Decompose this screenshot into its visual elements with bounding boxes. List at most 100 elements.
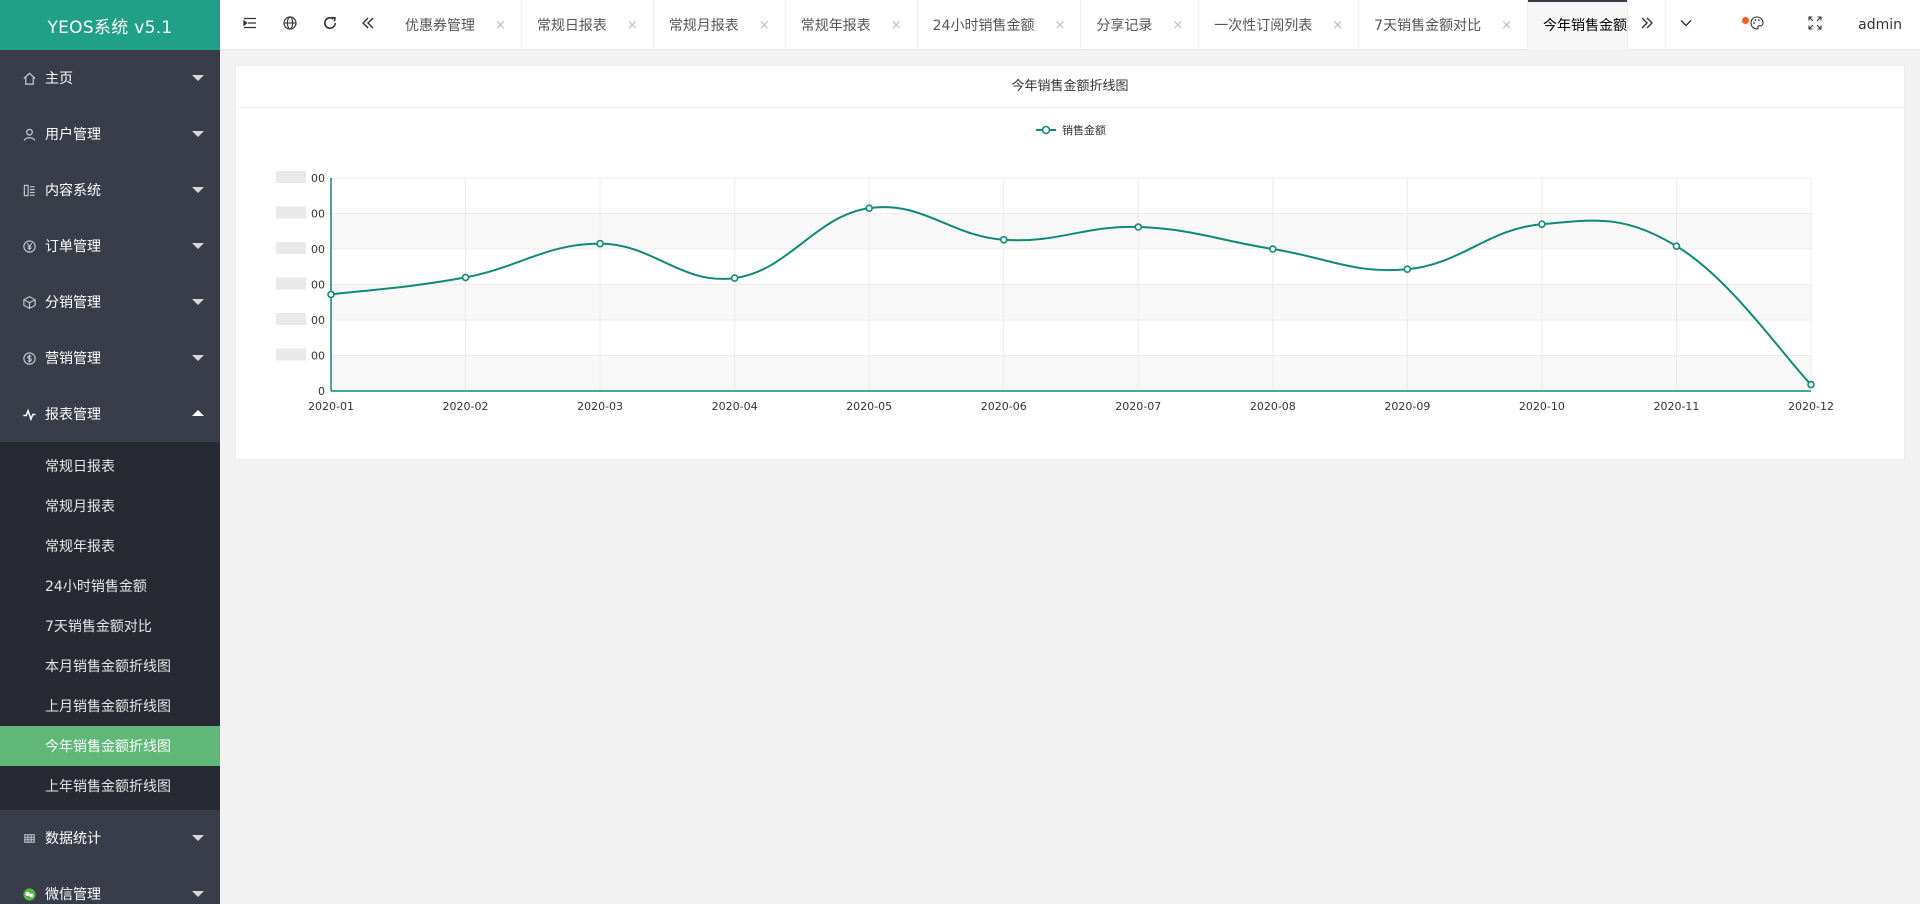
sidebar-item-home[interactable]: 主页 [0,50,220,106]
sidebar-item-label: 用户管理 [45,127,101,143]
notification-dot [1742,17,1749,24]
tab-2[interactable]: 常规月报表 × [654,0,786,50]
data-point [1672,242,1681,250]
tab-label: 一次性订阅列表 [1214,18,1313,34]
data-point [596,239,604,248]
refresh-icon [322,15,338,35]
user-menu[interactable]: admin [1858,0,1902,50]
caret-down-icon [192,299,204,305]
x-tick-label: 2020-11 [1653,400,1699,413]
card-title: 今年销售金额折线图 [236,66,1904,108]
grid-icon [20,829,38,847]
globe-icon [282,15,298,35]
palette-icon [1749,15,1765,35]
fullscreen-button[interactable] [1803,0,1827,50]
y-label-mask [276,171,306,183]
data-point [1403,265,1412,274]
double-chevron-right-icon [1639,15,1655,35]
close-icon[interactable]: × [1332,18,1343,33]
tab-7[interactable]: 7天销售金额对比 × [1359,0,1528,50]
close-icon[interactable]: × [891,18,902,33]
data-point [1134,223,1143,231]
chevron-down-icon [1678,15,1694,35]
legend-label: 销售金额 [1062,123,1106,137]
tab-4[interactable]: 24小时销售金额 × [918,0,1082,50]
y-label-mask [276,242,306,254]
tabs-menu-button[interactable] [1665,0,1705,50]
tab-0[interactable]: 优惠券管理 × [390,0,522,50]
menu-toggle-button[interactable] [240,0,260,50]
tab-label: 常规月报表 [668,18,739,34]
tabs-bar: 优惠券管理 × 常规日报表 × 常规月报表 × 常规年报表 × 24小时销售金额 × 分享记录 × 一次… [390,0,1627,50]
subnav-monthly-report[interactable]: 常规月报表 [0,486,220,526]
sidebar-item-label: 营销管理 [45,351,101,367]
close-icon[interactable]: × [1054,18,1065,33]
subnav-24h-sales[interactable]: 24小时销售金额 [0,566,220,606]
close-icon[interactable]: × [1172,18,1183,33]
yen-icon [20,237,38,255]
subnav-daily-report[interactable]: 常规日报表 [0,446,220,486]
dollar-icon [20,349,38,367]
sidebar-item-wechat[interactable]: 微信管理 [0,866,220,904]
close-icon[interactable]: × [495,18,506,33]
y-label-mask [276,277,306,290]
tab-3[interactable]: 常规年报表 × [786,0,918,50]
sidebar-item-label: 主页 [45,71,73,87]
sidebar-item-label: 内容系统 [45,183,101,199]
data-point [730,274,739,282]
tab-5[interactable]: 分享记录 × [1081,0,1200,50]
chart-line-icon [20,405,38,423]
sidebar-item-distribution[interactable]: 分销管理 [0,274,220,330]
y-tick-label: 0 [318,385,325,398]
y-tick-label: 00 [311,208,325,221]
split-area [331,213,1811,249]
top-header: 优惠券管理 × 常规日报表 × 常规月报表 × 常规年报表 × 24小时销售金额 × 分享记录 × 一次… [220,0,1920,50]
legend-marker [1041,125,1051,135]
site-button[interactable] [280,0,300,50]
sidebar-item-marketing[interactable]: 营销管理 [0,330,220,386]
subnav-yearly-report[interactable]: 常规年报表 [0,526,220,566]
app-logo: YEOS系统 v5.1 [0,0,220,50]
subnav-last-month-chart[interactable]: 上月销售金额折线图 [0,686,220,726]
close-icon[interactable]: × [1501,18,1512,33]
tab-8[interactable]: 今年销售金额折线图 [1528,0,1627,50]
data-point [1807,380,1815,389]
caret-down-icon [192,131,204,137]
data-point [1269,245,1277,253]
caret-up-icon [192,410,204,416]
theme-button[interactable] [1745,0,1769,50]
reports-subnav: 常规日报表 常规月报表 常规年报表 24小时销售金额 7天销售金额对比 本月销售… [0,442,220,810]
tabs-scroll-left-button[interactable] [358,0,378,50]
tab-1[interactable]: 常规日报表 × [522,0,654,50]
sidebar-item-label: 分销管理 [45,295,101,311]
chart-card: 今年销售金额折线图 0 00 00 00 00 00 00 2020-01 2020-02 202… [235,65,1905,460]
subnav-last-year-chart[interactable]: 上年销售金额折线图 [0,766,220,806]
split-area [331,355,1811,391]
x-tick-label: 2020-09 [1384,400,1430,413]
sidebar-item-statistics[interactable]: 数据统计 [0,810,220,866]
content-icon [20,181,38,199]
sidebar-item-reports[interactable]: 报表管理 [0,386,220,442]
subnav-this-year-chart[interactable]: 今年销售金额折线图 [0,726,220,766]
data-point [461,273,470,282]
tab-label: 7天销售金额对比 [1374,18,1482,34]
subnav-7day-sales[interactable]: 7天销售金额对比 [0,606,220,646]
y-tick-label: 00 [311,350,325,363]
data-point [865,204,873,212]
caret-down-icon [192,243,204,249]
tab-label: 优惠券管理 [405,18,475,34]
close-icon[interactable]: × [759,18,770,33]
refresh-button[interactable] [320,0,340,50]
tab-6[interactable]: 一次性订阅列表 × [1199,0,1360,50]
subnav-this-month-chart[interactable]: 本月销售金额折线图 [0,646,220,686]
tabs-scroll-right-button[interactable] [1627,0,1665,50]
sidebar-item-orders[interactable]: 订单管理 [0,218,220,274]
sidebar-item-users[interactable]: 用户管理 [0,106,220,162]
y-tick-label: 00 [311,279,325,292]
sidebar-item-content[interactable]: 内容系统 [0,162,220,218]
cube-icon [20,293,38,311]
caret-down-icon [192,75,204,81]
close-icon[interactable]: × [627,18,638,33]
caret-down-icon [192,355,204,361]
fullscreen-icon [1807,15,1823,35]
